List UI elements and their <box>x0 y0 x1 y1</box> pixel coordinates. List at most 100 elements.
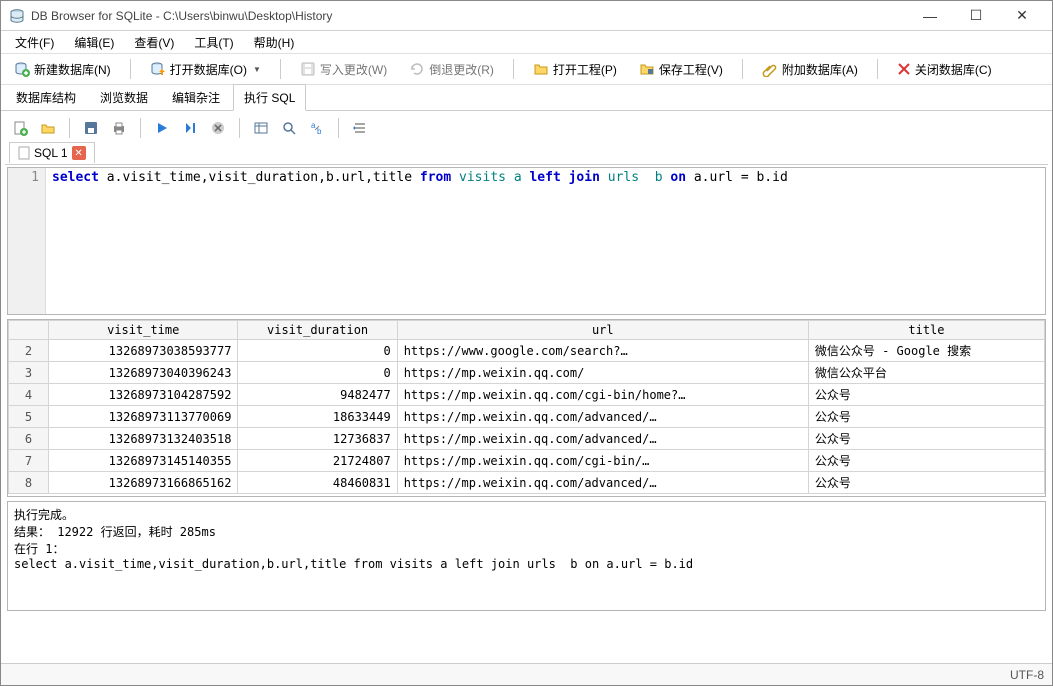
cell-visit-duration[interactable]: 48460831 <box>238 472 397 494</box>
save-sql-button[interactable] <box>80 117 102 139</box>
cell-visit-duration[interactable]: 9482477 <box>238 384 397 406</box>
table-row[interactable]: 71326897314514035521724807https://mp.wei… <box>9 450 1045 472</box>
new-db-button[interactable]: 新建数据库(N) <box>7 58 118 81</box>
cell-url[interactable]: https://mp.weixin.qq.com/cgi-bin/… <box>397 450 808 472</box>
cell-visit-time[interactable]: 13268973132403518 <box>49 428 238 450</box>
cell-visit-time[interactable]: 13268973104287592 <box>49 384 238 406</box>
table-row[interactable]: 81326897316686516248460831https://mp.wei… <box>9 472 1045 494</box>
open-project-label: 打开工程(P) <box>553 61 617 78</box>
close-tab-button[interactable]: ✕ <box>72 146 86 160</box>
log-line: 结果： 12922 行返回，耗时 285ms <box>14 525 216 539</box>
table-row[interactable]: 61326897313240351812736837https://mp.wei… <box>9 428 1045 450</box>
col-visit-duration[interactable]: visit_duration <box>238 321 397 340</box>
log-pane[interactable]: 执行完成。 结果： 12922 行返回，耗时 285ms 在行 1： selec… <box>7 501 1046 611</box>
col-rownum[interactable] <box>9 321 49 340</box>
sql-tab-1[interactable]: SQL 1 ✕ <box>9 142 95 163</box>
run-button[interactable] <box>151 117 173 139</box>
database-new-icon <box>14 61 30 77</box>
table-row[interactable]: 3132689730403962430https://mp.weixin.qq.… <box>9 362 1045 384</box>
cell-url[interactable]: https://mp.weixin.qq.com/advanced/… <box>397 472 808 494</box>
cell-visit-duration[interactable]: 12736837 <box>238 428 397 450</box>
col-visit-time[interactable]: visit_time <box>49 321 238 340</box>
cell-url[interactable]: https://mp.weixin.qq.com/advanced/… <box>397 406 808 428</box>
find-replace-button[interactable]: ab <box>306 117 328 139</box>
save-project-label: 保存工程(V) <box>659 61 723 78</box>
menu-help[interactable]: 帮助(H) <box>246 32 303 53</box>
line-gutter: 1 <box>8 168 46 314</box>
indent-button[interactable] <box>349 117 371 139</box>
cell-visit-duration[interactable]: 0 <box>238 340 397 362</box>
cell-title[interactable]: 公众号 <box>808 384 1044 406</box>
cell-url[interactable]: https://mp.weixin.qq.com/ <box>397 362 808 384</box>
kw-on: on <box>670 170 686 185</box>
kw-left: left <box>529 170 560 185</box>
write-changes-button[interactable]: 写入更改(W) <box>293 58 394 81</box>
menu-file[interactable]: 文件(F) <box>7 32 62 53</box>
table-row[interactable]: 51326897311377006918633449https://mp.wei… <box>9 406 1045 428</box>
results-pane[interactable]: visit_time visit_duration url title 2132… <box>7 319 1046 497</box>
cell-title[interactable]: 公众号 <box>808 428 1044 450</box>
separator <box>513 59 514 79</box>
cell-visit-duration[interactable]: 0 <box>238 362 397 384</box>
statusbar: UTF-8 <box>1 663 1052 685</box>
row-number: 4 <box>9 384 49 406</box>
minimize-button[interactable]: — <box>908 2 952 30</box>
sql-editor[interactable]: 1 select a.visit_time,visit_duration,b.u… <box>7 167 1046 315</box>
sql-alias2: b <box>655 170 663 185</box>
kw-select: select <box>52 170 99 185</box>
open-project-button[interactable]: 打开工程(P) <box>526 58 624 81</box>
attach-db-button[interactable]: 附加数据库(A) <box>755 58 865 81</box>
find-button[interactable] <box>278 117 300 139</box>
close-db-button[interactable]: 关闭数据库(C) <box>890 58 999 81</box>
save-results-button[interactable] <box>250 117 272 139</box>
cell-visit-time[interactable]: 13268973166865162 <box>49 472 238 494</box>
menu-tools[interactable]: 工具(T) <box>186 32 241 53</box>
revert-changes-label: 倒退更改(R) <box>429 61 494 78</box>
tab-pragmas[interactable]: 编辑杂注 <box>161 84 231 110</box>
menu-view[interactable]: 查看(V) <box>126 32 182 53</box>
close-db-label: 关闭数据库(C) <box>915 61 992 78</box>
cell-visit-duration[interactable]: 18633449 <box>238 406 397 428</box>
svg-text:b: b <box>317 127 322 136</box>
sql-alias1: a <box>514 170 522 185</box>
col-title[interactable]: title <box>808 321 1044 340</box>
cell-visit-duration[interactable]: 21724807 <box>238 450 397 472</box>
cell-url[interactable]: https://mp.weixin.qq.com/advanced/… <box>397 428 808 450</box>
menubar: 文件(F) 编辑(E) 查看(V) 工具(T) 帮助(H) <box>1 31 1052 53</box>
cell-url[interactable]: https://mp.weixin.qq.com/cgi-bin/home?… <box>397 384 808 406</box>
cell-title[interactable]: 微信公众号 - Google 搜索 <box>808 340 1044 362</box>
main-tabs: 数据库结构 浏览数据 编辑杂注 执行 SQL <box>1 85 1052 111</box>
revert-changes-button[interactable]: 倒退更改(R) <box>402 58 501 81</box>
table-row[interactable]: 4132689731042875929482477https://mp.weix… <box>9 384 1045 406</box>
tab-structure[interactable]: 数据库结构 <box>5 84 87 110</box>
cell-visit-time[interactable]: 13268973040396243 <box>49 362 238 384</box>
cell-title[interactable]: 公众号 <box>808 406 1044 428</box>
cell-title[interactable]: 微信公众平台 <box>808 362 1044 384</box>
cell-url[interactable]: https://www.google.com/search?… <box>397 340 808 362</box>
new-sql-tab-button[interactable] <box>9 117 31 139</box>
open-sql-button[interactable] <box>37 117 59 139</box>
col-url[interactable]: url <box>397 321 808 340</box>
log-line: 执行完成。 <box>14 508 74 522</box>
tab-browse[interactable]: 浏览数据 <box>89 84 159 110</box>
sql-code[interactable]: select a.visit_time,visit_duration,b.url… <box>46 168 1045 314</box>
print-button[interactable] <box>108 117 130 139</box>
row-number: 2 <box>9 340 49 362</box>
cell-title[interactable]: 公众号 <box>808 450 1044 472</box>
close-button[interactable]: ✕ <box>1000 2 1044 30</box>
cell-visit-time[interactable]: 13268973113770069 <box>49 406 238 428</box>
cell-visit-time[interactable]: 13268973145140355 <box>49 450 238 472</box>
undo-icon <box>409 61 425 77</box>
stop-button[interactable] <box>207 117 229 139</box>
save-project-button[interactable]: 保存工程(V) <box>632 58 730 81</box>
cell-title[interactable]: 公众号 <box>808 472 1044 494</box>
table-row[interactable]: 2132689730385937770https://www.google.co… <box>9 340 1045 362</box>
tab-execute-sql[interactable]: 执行 SQL <box>233 84 306 111</box>
encoding-status: UTF-8 <box>1010 668 1044 682</box>
cell-visit-time[interactable]: 13268973038593777 <box>49 340 238 362</box>
menu-edit[interactable]: 编辑(E) <box>66 32 122 53</box>
chevron-down-icon: ▼ <box>253 65 261 74</box>
maximize-button[interactable]: ☐ <box>954 2 998 30</box>
run-line-button[interactable] <box>179 117 201 139</box>
open-db-button[interactable]: 打开数据库(O) ▼ <box>143 58 268 81</box>
